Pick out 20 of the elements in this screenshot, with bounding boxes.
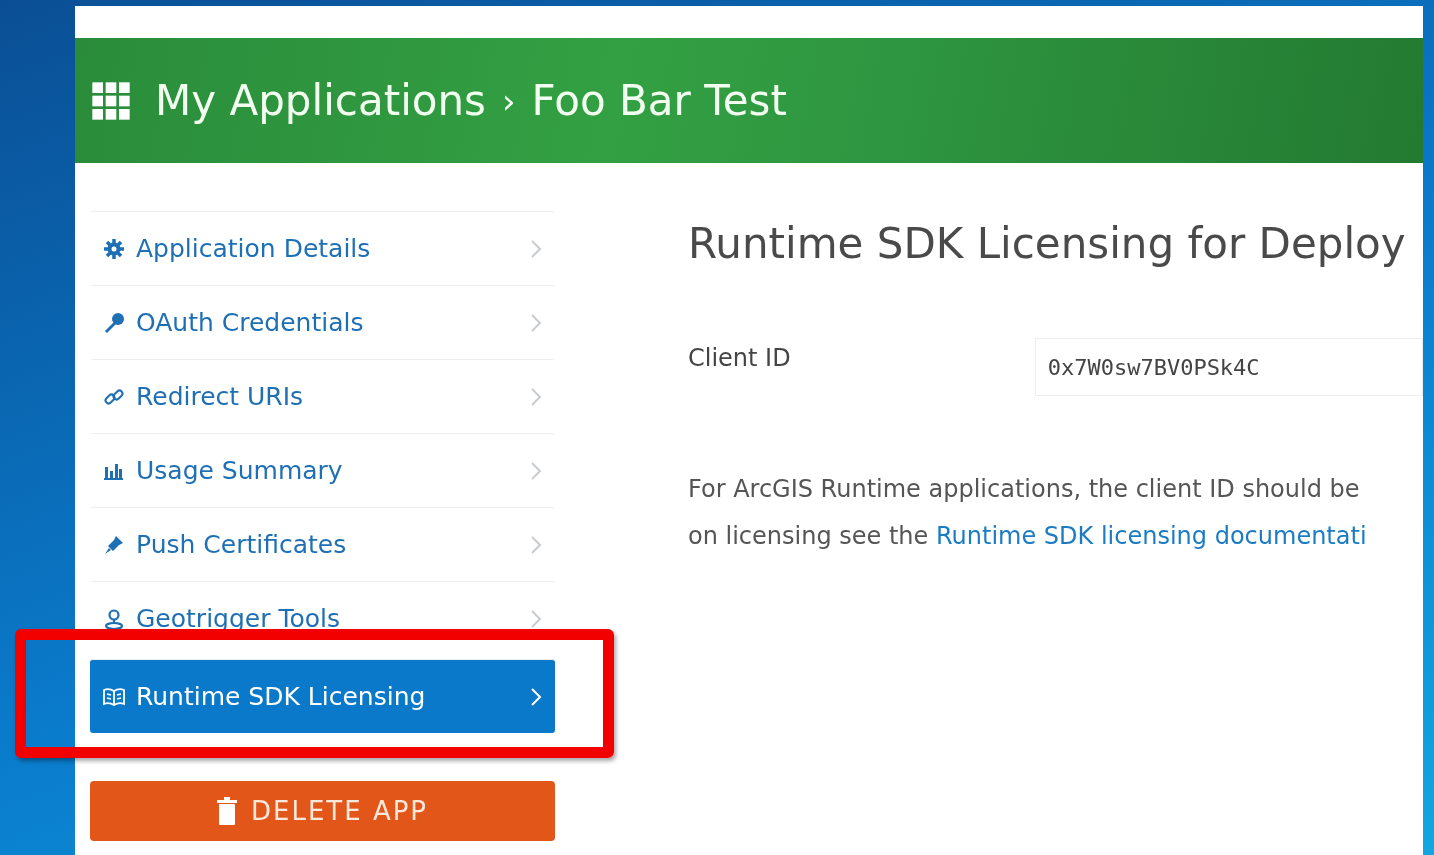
- delete-app-button[interactable]: DELETE APP: [90, 781, 555, 841]
- info-paragraph: For ArcGIS Runtime applications, the client ID should be on licensing see the Runtime SDK licensing documentati: [688, 474, 1368, 552]
- chevron-icon: [529, 459, 543, 482]
- breadcrumb-item: Foo Bar Test: [531, 76, 787, 125]
- app-grid-icon[interactable]: [91, 80, 131, 121]
- chevron-icon: [529, 237, 543, 260]
- chevron-icon: [529, 607, 543, 630]
- breadcrumb-separator: ›: [502, 80, 516, 121]
- chevron-icon: [529, 311, 543, 334]
- breadcrumb-item[interactable]: My Applications: [155, 76, 486, 125]
- documentation-link[interactable]: Runtime SDK licensing documentati: [935, 522, 1367, 550]
- client-id-field[interactable]: 0x7W0sw7BV0PSk4C: [1034, 338, 1423, 396]
- chevron-icon: [529, 385, 543, 408]
- trash-icon: [216, 797, 237, 825]
- gear-icon: [102, 236, 126, 261]
- sidebar-item[interactable]: Runtime SDK Licensing: [90, 659, 555, 733]
- chevron-icon: [529, 685, 543, 708]
- page-title: Runtime SDK Licensing for Deploy: [688, 219, 1407, 268]
- field-label: Client ID: [688, 344, 792, 372]
- chevron-icon: [529, 533, 543, 556]
